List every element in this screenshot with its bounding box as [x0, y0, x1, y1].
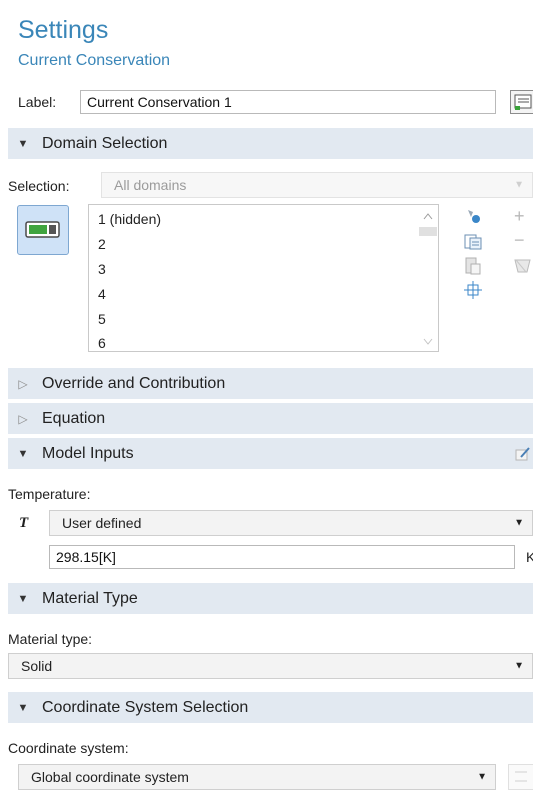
collapse-triangle-icon: ▼: [17, 592, 29, 605]
temperature-label: Temperature:: [8, 486, 91, 502]
label-edit-icon: [514, 94, 532, 110]
section-equation[interactable]: ▷ Equation: [8, 403, 533, 434]
coordinate-swap-icon: [515, 771, 527, 782]
clipboard-button[interactable]: [462, 256, 484, 276]
list-item[interactable]: 3: [98, 261, 106, 277]
domain-list[interactable]: 1 (hidden) 2 3 4 5 6: [88, 204, 439, 352]
section-domain-selection[interactable]: ▼ Domain Selection: [8, 128, 533, 159]
collapse-triangle-icon: ▼: [17, 701, 29, 714]
material-type-value: Solid: [21, 658, 53, 674]
section-model-inputs[interactable]: ▼ Model Inputs: [8, 438, 533, 469]
section-title: Equation: [42, 409, 106, 427]
list-item[interactable]: 1 (hidden): [98, 211, 161, 227]
toggle-selection-icon: [25, 221, 60, 238]
list-scrollbar[interactable]: [418, 205, 438, 351]
section-override-contribution[interactable]: ▷ Override and Contribution: [8, 368, 533, 399]
temperature-source-dropdown[interactable]: User defined ▼: [49, 510, 533, 536]
temperature-symbol: T: [19, 515, 29, 531]
activate-selection-button[interactable]: [17, 205, 69, 255]
selection-value: All domains: [114, 177, 187, 193]
chevron-down-icon: ▼: [514, 517, 524, 529]
temperature-unit: K: [526, 549, 533, 565]
material-type-dropdown[interactable]: Solid ▼: [8, 653, 533, 679]
label-input[interactable]: Current Conservation 1: [80, 90, 496, 114]
zoom-selection-icon: [464, 281, 482, 299]
paste-selection-icon: [468, 210, 480, 223]
list-item[interactable]: 2: [98, 236, 106, 252]
selection-dropdown[interactable]: All domains ▼: [101, 172, 533, 198]
edit-inputs-icon[interactable]: [515, 446, 531, 462]
list-item[interactable]: 6: [98, 335, 106, 351]
coordinate-system-settings-button[interactable]: [508, 764, 533, 790]
temperature-source-value: User defined: [62, 515, 142, 531]
copy-selection-icon: [464, 234, 482, 250]
expand-triangle-icon: ▷: [18, 376, 28, 391]
remove-from-selection-icon[interactable]: −: [514, 230, 525, 251]
section-title: Coordinate System Selection: [42, 698, 249, 716]
temperature-value-input[interactable]: 298.15[K]: [49, 545, 515, 569]
page-subtitle: Current Conservation: [18, 52, 171, 69]
coordinate-system-label: Coordinate system:: [8, 740, 129, 756]
chevron-down-icon: ▼: [514, 179, 524, 191]
collapse-triangle-icon: ▼: [17, 137, 29, 150]
material-type-label: Material type:: [8, 631, 93, 647]
zoom-to-selection-button[interactable]: [462, 280, 484, 300]
label-caption: Label:: [18, 94, 57, 110]
add-to-selection-icon[interactable]: +: [514, 206, 525, 227]
clipboard-icon: [465, 257, 481, 275]
collapse-triangle-icon: ▼: [17, 447, 29, 460]
coordinate-system-dropdown[interactable]: Global coordinate system ▼: [18, 764, 496, 790]
coordinate-system-value: Global coordinate system: [31, 769, 189, 785]
section-material-type[interactable]: ▼ Material Type: [8, 583, 533, 614]
section-title: Material Type: [42, 589, 138, 607]
section-coordinate-system[interactable]: ▼ Coordinate System Selection: [8, 692, 533, 723]
clear-selection-icon: [514, 259, 531, 273]
label-settings-button[interactable]: [510, 90, 533, 114]
section-title: Override and Contribution: [42, 374, 226, 392]
page-title: Settings: [18, 16, 109, 44]
chevron-down-icon: ▼: [514, 660, 524, 672]
section-title: Model Inputs: [42, 444, 134, 462]
clear-selection-button[interactable]: [512, 256, 533, 276]
list-item[interactable]: 4: [98, 286, 106, 302]
chevron-down-icon: ▼: [477, 771, 487, 783]
expand-triangle-icon: ▷: [18, 411, 28, 426]
copy-selection-button[interactable]: [462, 232, 484, 252]
scrollbar-arrows-icon: [419, 213, 437, 345]
list-item[interactable]: 5: [98, 311, 106, 327]
paste-selection-button[interactable]: [462, 206, 484, 226]
section-title: Domain Selection: [42, 134, 168, 152]
selection-label: Selection:: [8, 178, 70, 194]
